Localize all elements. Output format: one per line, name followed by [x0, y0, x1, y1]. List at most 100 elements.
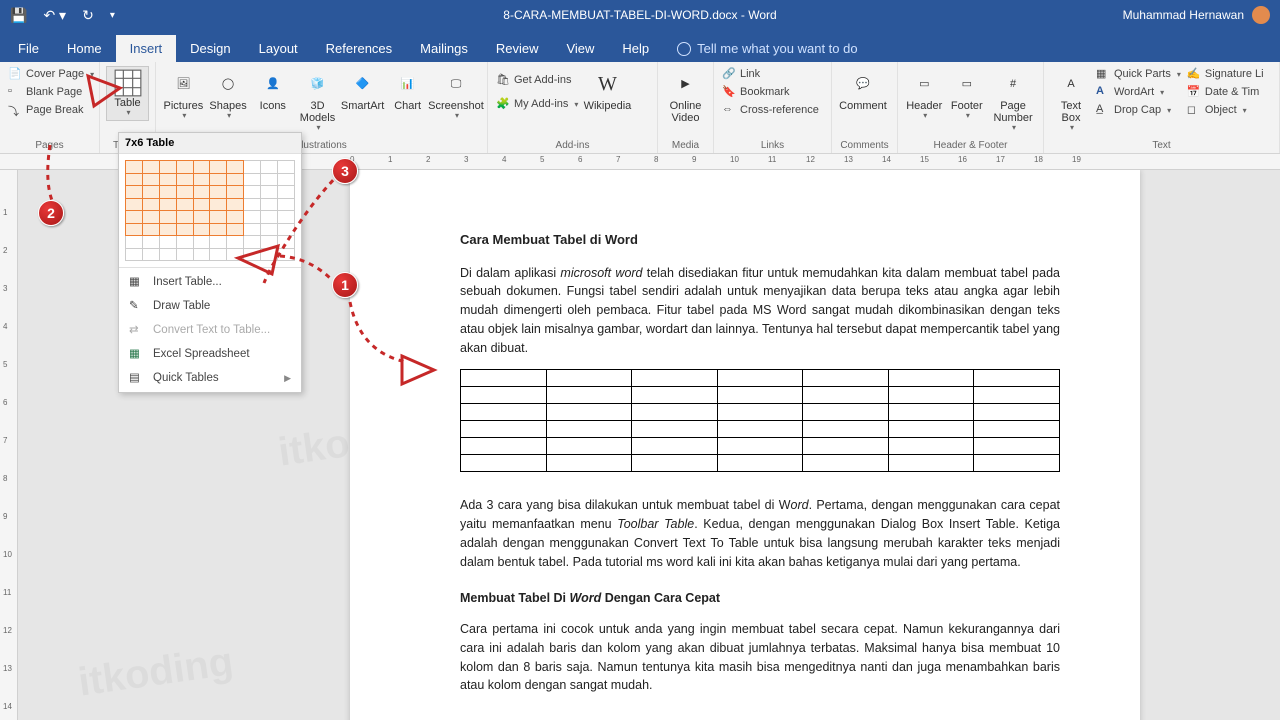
grid-cell[interactable]: [142, 173, 159, 186]
table-cell[interactable]: [888, 421, 974, 438]
grid-cell[interactable]: [261, 173, 278, 186]
table-cell[interactable]: [803, 387, 889, 404]
table-cell[interactable]: [803, 421, 889, 438]
grid-cell[interactable]: [142, 198, 159, 211]
grid-cell[interactable]: [193, 198, 210, 211]
table-cell[interactable]: [717, 370, 803, 387]
table-cell[interactable]: [888, 404, 974, 421]
ruler-vertical[interactable]: 1234567891011121314: [0, 170, 18, 720]
table-cell[interactable]: [546, 387, 632, 404]
table-cell[interactable]: [461, 404, 547, 421]
grid-cell[interactable]: [193, 248, 210, 261]
table-cell[interactable]: [717, 438, 803, 455]
grid-cell[interactable]: [159, 161, 176, 174]
table-cell[interactable]: [461, 421, 547, 438]
blank-page-button[interactable]: ▫Blank Page: [6, 84, 96, 100]
grid-cell[interactable]: [244, 173, 261, 186]
table-button[interactable]: Table▾: [106, 66, 149, 121]
grid-cell[interactable]: [126, 173, 143, 186]
tab-design[interactable]: Design: [176, 35, 244, 62]
smartart-button[interactable]: 🔷SmartArt: [341, 66, 384, 112]
grid-cell[interactable]: [193, 186, 210, 199]
table-cell[interactable]: [974, 370, 1060, 387]
table-cell[interactable]: [632, 455, 718, 472]
grid-cell[interactable]: [261, 198, 278, 211]
table-cell[interactable]: [717, 455, 803, 472]
table-cell[interactable]: [974, 455, 1060, 472]
header-button[interactable]: ▭Header▾: [904, 66, 945, 121]
grid-cell[interactable]: [227, 173, 244, 186]
grid-cell[interactable]: [176, 186, 193, 199]
grid-cell[interactable]: [210, 211, 227, 224]
tab-file[interactable]: File: [4, 35, 53, 62]
table-cell[interactable]: [717, 404, 803, 421]
undo-icon[interactable]: ↶ ▾: [43, 7, 66, 24]
user-area[interactable]: Muhammad Hernawan: [1123, 6, 1270, 24]
link-button[interactable]: 🔗Link: [720, 66, 821, 82]
table-cell[interactable]: [632, 438, 718, 455]
page[interactable]: Cara Membuat Tabel di Word Di dalam apli…: [350, 170, 1140, 720]
cover-page-button[interactable]: 📄Cover Page▾: [6, 66, 96, 82]
excel-spreadsheet-item[interactable]: ▦Excel Spreadsheet: [119, 342, 301, 366]
grid-cell[interactable]: [261, 236, 278, 249]
grid-cell[interactable]: [159, 186, 176, 199]
table-cell[interactable]: [546, 370, 632, 387]
grid-cell[interactable]: [176, 248, 193, 261]
grid-cell[interactable]: [210, 198, 227, 211]
document-content[interactable]: Cara Membuat Tabel di Word Di dalam apli…: [460, 230, 1060, 707]
date-time-button[interactable]: 📅Date & Tim: [1185, 84, 1266, 100]
table-cell[interactable]: [803, 404, 889, 421]
grid-cell[interactable]: [227, 198, 244, 211]
grid-cell[interactable]: [244, 198, 261, 211]
tab-review[interactable]: Review: [482, 35, 553, 62]
grid-cell[interactable]: [142, 161, 159, 174]
grid-cell[interactable]: [126, 211, 143, 224]
grid-cell[interactable]: [278, 186, 295, 199]
grid-cell[interactable]: [278, 223, 295, 236]
grid-cell[interactable]: [176, 161, 193, 174]
cross-reference-button[interactable]: ⇔Cross-reference: [720, 102, 821, 118]
grid-cell[interactable]: [210, 248, 227, 261]
page-break-button[interactable]: ⤵Page Break: [6, 102, 96, 118]
grid-cell[interactable]: [227, 186, 244, 199]
table-cell[interactable]: [974, 404, 1060, 421]
grid-cell[interactable]: [126, 198, 143, 211]
table-cell[interactable]: [717, 421, 803, 438]
3d-models-button[interactable]: 🧊3D Models▾: [296, 66, 339, 133]
save-icon[interactable]: 💾: [10, 7, 27, 24]
doc-table[interactable]: [460, 369, 1060, 472]
tab-insert[interactable]: Insert: [116, 35, 177, 62]
grid-cell[interactable]: [227, 161, 244, 174]
table-cell[interactable]: [974, 387, 1060, 404]
grid-cell[interactable]: [278, 161, 295, 174]
grid-cell[interactable]: [261, 186, 278, 199]
grid-cell[interactable]: [193, 161, 210, 174]
wikipedia-button[interactable]: WWikipedia: [582, 66, 632, 112]
grid-cell[interactable]: [261, 248, 278, 261]
table-cell[interactable]: [461, 438, 547, 455]
grid-cell[interactable]: [227, 236, 244, 249]
table-cell[interactable]: [803, 438, 889, 455]
icons-button[interactable]: 👤Icons: [251, 66, 294, 112]
grid-cell[interactable]: [278, 173, 295, 186]
grid-cell[interactable]: [159, 173, 176, 186]
grid-cell[interactable]: [159, 198, 176, 211]
grid-cell[interactable]: [193, 236, 210, 249]
grid-cell[interactable]: [159, 211, 176, 224]
grid-cell[interactable]: [278, 211, 295, 224]
grid-cell[interactable]: [176, 223, 193, 236]
grid-cell[interactable]: [210, 236, 227, 249]
grid-cell[interactable]: [278, 248, 295, 261]
grid-cell[interactable]: [176, 211, 193, 224]
bookmark-button[interactable]: 🔖Bookmark: [720, 84, 821, 100]
footer-button[interactable]: ▭Footer▾: [947, 66, 988, 121]
grid-cell[interactable]: [261, 211, 278, 224]
table-cell[interactable]: [546, 404, 632, 421]
table-cell[interactable]: [717, 387, 803, 404]
grid-cell[interactable]: [210, 186, 227, 199]
grid-cell[interactable]: [193, 173, 210, 186]
chart-button[interactable]: 📊Chart: [386, 66, 429, 112]
table-grid-picker[interactable]: [119, 154, 301, 267]
grid-cell[interactable]: [142, 211, 159, 224]
grid-cell[interactable]: [126, 236, 143, 249]
